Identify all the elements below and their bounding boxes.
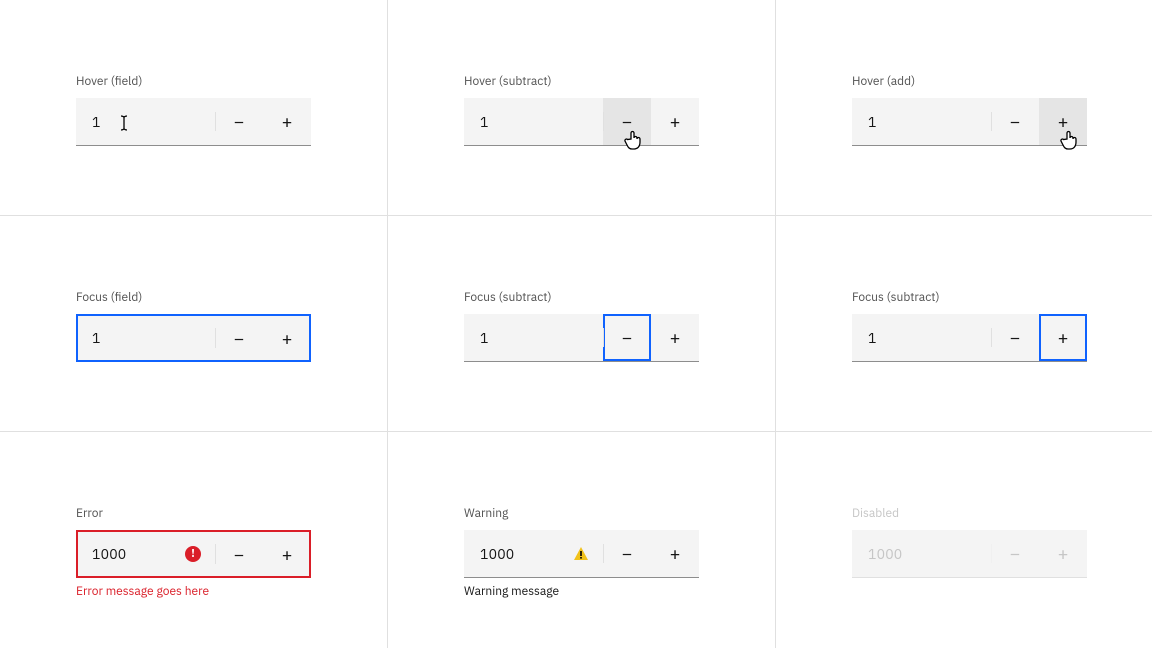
number-input-value: 1000 xyxy=(852,530,991,577)
state-label: Disabled xyxy=(852,506,1087,522)
number-input: 1 − + xyxy=(852,314,1087,362)
warning-icon xyxy=(573,546,589,562)
subtract-button[interactable]: − xyxy=(603,314,651,361)
state-label: Hover (field) xyxy=(76,74,311,90)
number-input: 1 − + xyxy=(464,314,699,362)
subtract-button[interactable]: − xyxy=(991,314,1039,361)
subtract-button[interactable]: − xyxy=(603,530,651,577)
state-label: Hover (subtract) xyxy=(464,74,699,90)
number-input-value[interactable]: 1 xyxy=(76,314,215,362)
state-hover-field: Hover (field) 1 − + xyxy=(0,0,388,216)
add-button: + xyxy=(1039,530,1087,577)
number-input-value[interactable]: 1 xyxy=(464,314,603,361)
add-button[interactable]: + xyxy=(263,98,311,145)
state-warning: Warning 1000 − + Warning message xyxy=(388,432,776,648)
warning-message: Warning message xyxy=(464,584,699,599)
add-button[interactable]: + xyxy=(263,314,311,362)
add-button[interactable]: + xyxy=(651,530,699,577)
number-input-value[interactable]: 1000 xyxy=(76,530,185,578)
subtract-button[interactable]: − xyxy=(215,530,263,578)
subtract-button[interactable]: − xyxy=(991,98,1039,145)
number-input: 1 − + xyxy=(852,98,1087,146)
number-input: 1000 − + xyxy=(76,530,311,578)
number-input: 1000 − + xyxy=(852,530,1087,578)
add-button[interactable]: + xyxy=(1039,314,1087,361)
state-error: Error 1000 − + Error message goes here xyxy=(0,432,388,648)
subtract-button[interactable]: − xyxy=(603,98,651,145)
state-focus-add: Focus (subtract) 1 − + xyxy=(776,216,1152,432)
add-button[interactable]: + xyxy=(1039,98,1087,145)
number-input: 1 − + xyxy=(464,98,699,146)
number-input: 1 − + xyxy=(76,314,311,362)
state-focus-field: Focus (field) 1 − + xyxy=(0,216,388,432)
state-label: Focus (subtract) xyxy=(464,290,699,306)
add-button[interactable]: + xyxy=(651,314,699,361)
number-input-value[interactable]: 1000 xyxy=(464,530,573,577)
state-label: Focus (subtract) xyxy=(852,290,1087,306)
number-input-value[interactable]: 1 xyxy=(76,98,215,145)
number-input-value[interactable]: 1 xyxy=(852,314,991,361)
number-input: 1 − + xyxy=(76,98,311,146)
state-label: Hover (add) xyxy=(852,74,1087,90)
state-focus-subtract: Focus (subtract) 1 − + xyxy=(388,216,776,432)
state-label: Error xyxy=(76,506,311,522)
number-input: 1000 − + xyxy=(464,530,699,578)
state-label: Focus (field) xyxy=(76,290,311,306)
error-message: Error message goes here xyxy=(76,584,311,599)
number-input-value[interactable]: 1 xyxy=(852,98,991,145)
subtract-button[interactable]: − xyxy=(215,98,263,145)
state-disabled: Disabled 1000 − + xyxy=(776,432,1152,648)
subtract-button: − xyxy=(991,530,1039,577)
state-hover-add: Hover (add) 1 − + xyxy=(776,0,1152,216)
subtract-button[interactable]: − xyxy=(215,314,263,362)
add-button[interactable]: + xyxy=(263,530,311,578)
add-button[interactable]: + xyxy=(651,98,699,145)
number-input-value[interactable]: 1 xyxy=(464,98,603,145)
state-hover-subtract: Hover (subtract) 1 − + xyxy=(388,0,776,216)
error-icon xyxy=(185,546,201,562)
state-label: Warning xyxy=(464,506,699,522)
